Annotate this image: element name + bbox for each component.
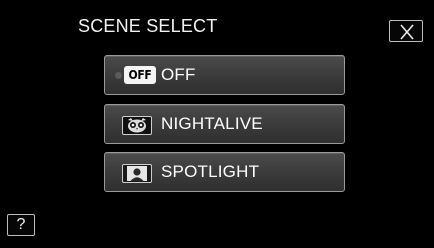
indicator-dot-icon <box>115 72 122 79</box>
close-button[interactable] <box>389 20 423 42</box>
option-off-button[interactable]: OFF OFF <box>104 55 345 95</box>
option-spotlight-button[interactable]: SPOTLIGHT <box>104 152 345 192</box>
option-spotlight-label: SPOTLIGHT <box>161 162 260 181</box>
off-icon: OFF <box>124 66 156 84</box>
option-nightalive-button[interactable]: NIGHTALIVE <box>104 104 345 144</box>
spotlight-portrait-icon <box>122 164 152 183</box>
help-button[interactable]: ? <box>7 214 35 236</box>
page-title: SCENE SELECT <box>78 16 218 36</box>
scene-select-screen: SCENE SELECT OFF OFF NIGHTALIVE SPOTLIGH… <box>0 0 434 248</box>
close-icon <box>400 24 414 40</box>
option-nightalive-label: NIGHTALIVE <box>161 114 263 133</box>
option-off-label: OFF <box>161 65 196 84</box>
owl-icon <box>122 116 152 135</box>
